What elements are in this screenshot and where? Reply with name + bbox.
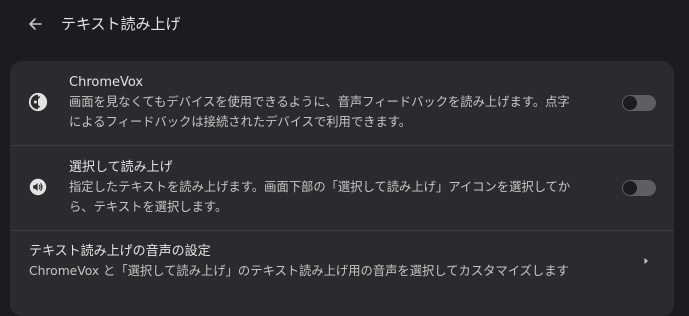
select-to-speak-description-line2: ら、テキストを選択します。	[69, 200, 228, 214]
back-button[interactable]	[24, 13, 46, 35]
select-to-speak-title: 選択して読み上げ	[69, 160, 173, 175]
select-to-speak-description-line1: 指定したテキストを読み上げます。画面下部の「選択して読み上げ」アイコンを選択して…	[69, 180, 571, 194]
chromevox-row: ChromeVox 画面を見なくてもデバイスを使用できるように、音声フィードバッ…	[10, 61, 674, 145]
chevron-right-icon	[640, 255, 652, 267]
chromevox-description-line2: によるフィードバックは接続されたデバイスで利用できます。	[69, 115, 412, 129]
chromevox-text: ChromeVox 画面を見なくてもデバイスを使用できるように、音声フィードバッ…	[69, 74, 617, 132]
select-to-speak-row: 選択して読み上げ 指定したテキストを読み上げます。画面下部の「選択して読み上げ」…	[10, 146, 674, 230]
select-to-speak-toggle[interactable]	[622, 180, 656, 196]
toggle-knob	[623, 181, 637, 195]
tts-voice-settings-title: テキスト読み上げの音声の設定	[29, 244, 211, 259]
select-to-speak-icon	[28, 177, 48, 197]
chromevox-icon	[28, 92, 48, 112]
chromevox-title: ChromeVox	[69, 75, 144, 90]
page-title: テキスト読み上げ	[61, 15, 181, 33]
settings-card: ChromeVox 画面を見なくてもデバイスを使用できるように、音声フィードバッ…	[10, 61, 674, 316]
arrow-back-icon	[27, 16, 43, 32]
toggle-knob	[623, 96, 637, 110]
chromevox-toggle[interactable]	[622, 95, 656, 111]
tts-voice-settings-text: テキスト読み上げの音声の設定 ChromeVox と「選択して読み上げ」のテキス…	[29, 243, 639, 281]
page-header: テキスト読み上げ	[0, 0, 689, 48]
tts-voice-settings-description: ChromeVox と「選択して読み上げ」のテキスト読み上げ用の音声を選択してカ…	[29, 264, 569, 278]
tts-voice-settings-row[interactable]: テキスト読み上げの音声の設定 ChromeVox と「選択して読み上げ」のテキス…	[10, 231, 674, 291]
select-to-speak-text: 選択して読み上げ 指定したテキストを読み上げます。画面下部の「選択して読み上げ」…	[69, 159, 617, 217]
chromevox-description-line1: 画面を見なくてもデバイスを使用できるように、音声フィードバックを読み上げます。点…	[69, 95, 570, 109]
